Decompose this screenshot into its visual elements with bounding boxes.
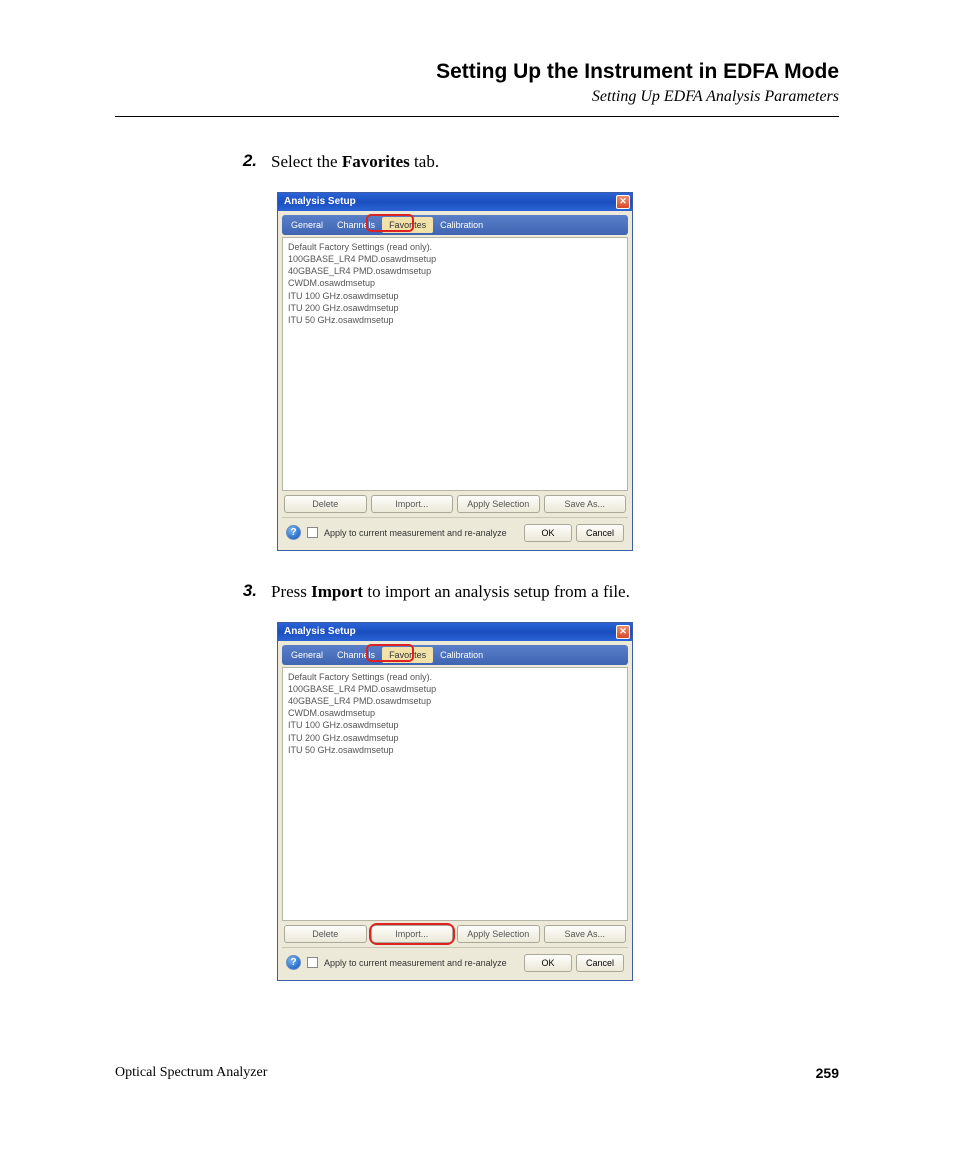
list-item[interactable]: 100GBASE_LR4 PMD.osawdmsetup: [288, 253, 622, 265]
list-item[interactable]: ITU 200 GHz.osawdmsetup: [288, 302, 622, 314]
step-text: Press Import to import an analysis setup…: [271, 581, 630, 604]
tab-bar: General Channels Favorites Calibration: [282, 645, 628, 665]
cancel-button[interactable]: Cancel: [576, 954, 624, 972]
close-icon[interactable]: ✕: [616, 625, 630, 639]
list-item[interactable]: 40GBASE_LR4 PMD.osawdmsetup: [288, 695, 622, 707]
page-header-title: Setting Up the Instrument in EDFA Mode: [115, 60, 839, 84]
list-item[interactable]: ITU 100 GHz.osawdmsetup: [288, 290, 622, 302]
help-icon[interactable]: ?: [286, 955, 301, 970]
list-item[interactable]: 40GBASE_LR4 PMD.osawdmsetup: [288, 265, 622, 277]
header-divider: [115, 116, 839, 117]
dialog-footer: ? Apply to current measurement and re-an…: [282, 947, 628, 976]
apply-checkbox-label: Apply to current measurement and re-anal…: [324, 958, 518, 968]
tab-calibration[interactable]: Calibration: [433, 217, 490, 233]
apply-selection-button[interactable]: Apply Selection: [457, 925, 540, 943]
step-3: 3. Press Import to import an analysis se…: [235, 581, 839, 604]
list-item[interactable]: 100GBASE_LR4 PMD.osawdmsetup: [288, 683, 622, 695]
cancel-button[interactable]: Cancel: [576, 524, 624, 542]
save-as-button[interactable]: Save As...: [544, 925, 627, 943]
dialog-title: Analysis Setup: [284, 196, 356, 207]
import-button[interactable]: Import...: [371, 925, 454, 943]
page-header-subtitle: Setting Up EDFA Analysis Parameters: [115, 88, 839, 106]
ok-button[interactable]: OK: [524, 954, 572, 972]
apply-checkbox-label: Apply to current measurement and re-anal…: [324, 528, 518, 538]
list-item[interactable]: ITU 200 GHz.osawdmsetup: [288, 732, 622, 744]
apply-selection-button[interactable]: Apply Selection: [457, 495, 540, 513]
analysis-setup-dialog: Analysis Setup ✕ General Channels Favori…: [277, 622, 633, 981]
list-item[interactable]: ITU 50 GHz.osawdmsetup: [288, 314, 622, 326]
button-row: Delete Import... Apply Selection Save As…: [282, 491, 628, 517]
import-button[interactable]: Import...: [371, 495, 454, 513]
footer-page-number: 259: [816, 1065, 839, 1081]
step-text: Select the Favorites tab.: [271, 151, 439, 174]
analysis-setup-dialog: Analysis Setup ✕ General Channels Favori…: [277, 192, 633, 551]
dialog-titlebar: Analysis Setup ✕: [278, 193, 632, 211]
dialog-titlebar: Analysis Setup ✕: [278, 623, 632, 641]
close-icon[interactable]: ✕: [616, 195, 630, 209]
dialog-title: Analysis Setup: [284, 626, 356, 637]
button-row: Delete Import... Apply Selection Save As…: [282, 921, 628, 947]
favorites-listbox[interactable]: Default Factory Settings (read only). 10…: [282, 667, 628, 921]
ok-button[interactable]: OK: [524, 524, 572, 542]
step-2: 2. Select the Favorites tab.: [235, 151, 839, 174]
save-as-button[interactable]: Save As...: [544, 495, 627, 513]
delete-button[interactable]: Delete: [284, 495, 367, 513]
tab-bar: General Channels Favorites Calibration: [282, 215, 628, 235]
tab-general[interactable]: General: [284, 647, 330, 663]
delete-button[interactable]: Delete: [284, 925, 367, 943]
step-number: 3.: [235, 581, 257, 604]
help-icon[interactable]: ?: [286, 525, 301, 540]
dialog-footer: ? Apply to current measurement and re-an…: [282, 517, 628, 546]
tab-calibration[interactable]: Calibration: [433, 647, 490, 663]
list-item[interactable]: ITU 100 GHz.osawdmsetup: [288, 719, 622, 731]
tab-channels[interactable]: Channels: [330, 217, 382, 233]
apply-checkbox[interactable]: [307, 527, 318, 538]
favorites-listbox[interactable]: Default Factory Settings (read only). 10…: [282, 237, 628, 491]
page-footer: Optical Spectrum Analyzer 259: [115, 1065, 839, 1081]
tab-favorites[interactable]: Favorites: [382, 217, 433, 233]
list-item[interactable]: CWDM.osawdmsetup: [288, 707, 622, 719]
footer-product-name: Optical Spectrum Analyzer: [115, 1065, 267, 1081]
tab-general[interactable]: General: [284, 217, 330, 233]
apply-checkbox[interactable]: [307, 957, 318, 968]
list-item[interactable]: Default Factory Settings (read only).: [288, 671, 622, 683]
step-number: 2.: [235, 151, 257, 174]
tab-favorites[interactable]: Favorites: [382, 647, 433, 663]
list-item[interactable]: ITU 50 GHz.osawdmsetup: [288, 744, 622, 756]
list-item[interactable]: CWDM.osawdmsetup: [288, 277, 622, 289]
list-item[interactable]: Default Factory Settings (read only).: [288, 241, 622, 253]
tab-channels[interactable]: Channels: [330, 647, 382, 663]
